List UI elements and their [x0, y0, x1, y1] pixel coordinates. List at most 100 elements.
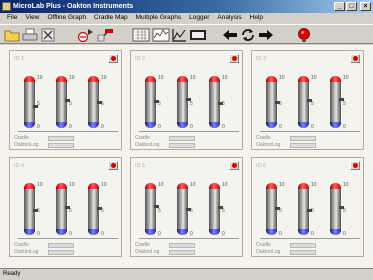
record-icon	[352, 56, 358, 61]
record-icon	[352, 163, 358, 168]
tick-mid: 5	[279, 101, 282, 107]
multi-graph-icon[interactable]	[152, 27, 170, 43]
tick-top: 10	[37, 75, 43, 81]
oakton-label: OaktonLog	[14, 142, 39, 148]
tick-top: 10	[279, 182, 285, 188]
divider	[260, 131, 360, 132]
gauge	[177, 183, 191, 235]
title-bar: MicroLab Plus - Oakton Instruments _ □ ×	[0, 0, 373, 13]
tick-bottom: 0	[101, 124, 104, 130]
gauge	[24, 76, 38, 128]
download-icon[interactable]	[96, 27, 114, 43]
tick-bottom: 0	[158, 231, 161, 237]
cradle-field	[48, 243, 74, 248]
status-text: Ready	[3, 271, 21, 277]
gauge	[266, 183, 280, 235]
gauge	[330, 183, 344, 235]
cradle-label: Cradle	[256, 242, 271, 248]
tick-bottom: 0	[279, 124, 282, 130]
menu-view[interactable]: View	[21, 13, 43, 23]
menu-file[interactable]: File	[3, 13, 21, 23]
tick-bottom: 0	[101, 231, 104, 237]
tick-top: 10	[158, 75, 164, 81]
forward-arrow-icon[interactable]	[258, 27, 274, 43]
divider	[139, 238, 239, 239]
panel-record-button[interactable]	[229, 54, 239, 63]
menu-offline-graph[interactable]: Offline Graph	[43, 13, 90, 23]
graph-icon[interactable]	[171, 27, 187, 43]
gauge	[330, 76, 344, 128]
tick-top: 10	[311, 182, 317, 188]
cradle-panel: ID 3 10 5 0 10 5 0 10 5 0 Cradle OaktonL…	[251, 50, 364, 150]
tick-top: 10	[343, 182, 349, 188]
cradle-label: Cradle	[135, 242, 150, 248]
gauge	[56, 76, 70, 128]
panel-id: ID 2	[135, 56, 146, 62]
oakton-label: OaktonLog	[135, 249, 160, 255]
delete-icon[interactable]	[40, 27, 56, 43]
tick-mid: 5	[311, 101, 314, 107]
panel-record-button[interactable]	[108, 161, 118, 170]
tick-mid: 5	[190, 208, 193, 214]
tick-top: 10	[311, 75, 317, 81]
tick-bottom: 0	[279, 231, 282, 237]
record-icon[interactable]	[296, 27, 312, 43]
maximize-icon[interactable]: □	[346, 2, 357, 11]
tick-top: 10	[37, 182, 43, 188]
back-arrow-icon[interactable]	[222, 27, 238, 43]
tick-top: 10	[101, 182, 107, 188]
folder-icon[interactable]	[4, 27, 20, 43]
menu-logger[interactable]: Logger	[185, 13, 213, 23]
tick-bottom: 0	[190, 231, 193, 237]
tick-top: 10	[190, 75, 196, 81]
oakton-label: OaktonLog	[14, 249, 39, 255]
bar-chart-icon[interactable]	[132, 27, 150, 43]
tick-top: 10	[190, 182, 196, 188]
gauge	[298, 76, 312, 128]
gauge	[88, 76, 102, 128]
panel-id: ID 6	[256, 163, 267, 169]
tick-bottom: 0	[37, 124, 40, 130]
tick-top: 10	[222, 75, 228, 81]
close-icon[interactable]: ×	[360, 2, 371, 11]
tick-bottom: 0	[158, 124, 161, 130]
digital-display-icon[interactable]	[189, 27, 207, 43]
cradle-field	[290, 136, 316, 141]
menu-cradle-map[interactable]: Cradle Map	[90, 13, 132, 23]
tick-mid: 5	[343, 101, 346, 107]
tick-bottom: 0	[311, 231, 314, 237]
upload-icon[interactable]	[76, 27, 94, 43]
panel-id: ID 5	[135, 163, 146, 169]
cradle-panel: ID 6 10 5 0 10 5 0 10 5 0 Cradle OaktonL…	[251, 157, 364, 257]
tick-mid: 5	[279, 208, 282, 214]
toolbar	[0, 24, 373, 44]
status-bar: Ready	[0, 268, 373, 280]
panel-record-button[interactable]	[108, 54, 118, 63]
tick-mid: 5	[69, 208, 72, 214]
gauge	[209, 76, 223, 128]
app-icon	[2, 2, 11, 11]
panel-record-button[interactable]	[229, 161, 239, 170]
tick-top: 10	[222, 182, 228, 188]
cradle-panel: ID 1 10 5 0 10 5 0 10 5 0 Cradle OaktonL…	[9, 50, 122, 150]
minimize-icon[interactable]: _	[334, 2, 345, 11]
record-icon	[231, 56, 237, 61]
panel-record-button[interactable]	[350, 54, 360, 63]
refresh-icon[interactable]	[240, 27, 256, 43]
menu-multiple-graphs[interactable]: Multiple Graphs	[132, 13, 186, 23]
oakton-label: OaktonLog	[135, 142, 160, 148]
menu-help[interactable]: Help	[246, 13, 267, 23]
print-icon[interactable]	[22, 27, 38, 43]
panel-id: ID 4	[14, 163, 25, 169]
menu-analysis[interactable]: Analysis	[213, 13, 245, 23]
tick-bottom: 0	[190, 124, 193, 130]
tick-bottom: 0	[222, 124, 225, 130]
cradle-label: Cradle	[14, 242, 29, 248]
panel-id: ID 1	[14, 56, 25, 62]
oakton-field	[48, 250, 74, 255]
tick-bottom: 0	[311, 124, 314, 130]
tick-bottom: 0	[222, 231, 225, 237]
tick-mid: 5	[222, 101, 225, 107]
panel-record-button[interactable]	[350, 161, 360, 170]
divider	[18, 131, 118, 132]
